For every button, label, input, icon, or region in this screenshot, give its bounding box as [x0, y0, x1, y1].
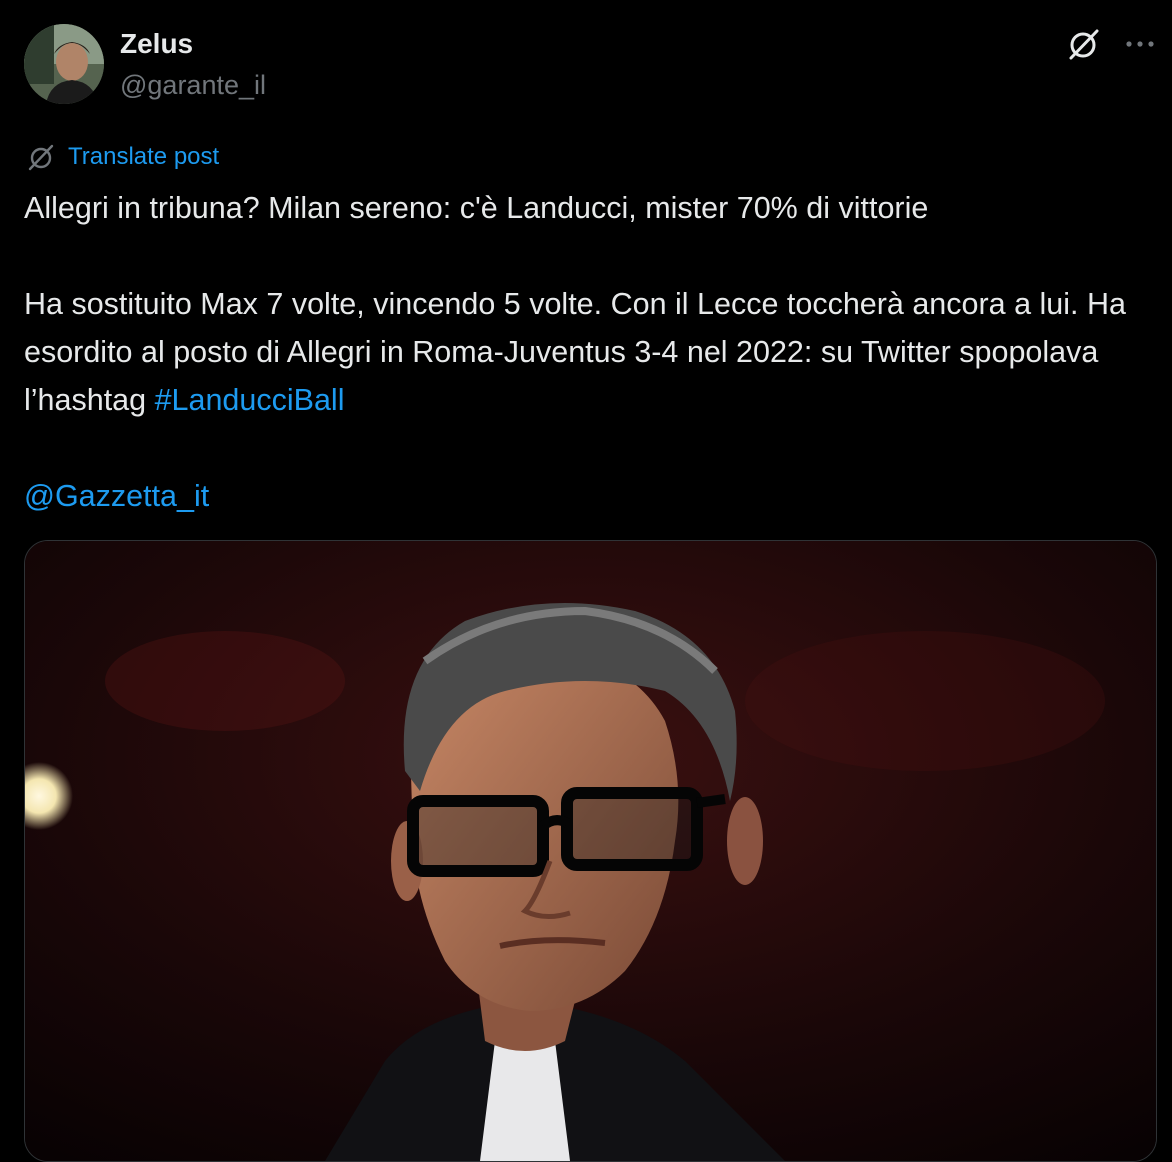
tweet-paragraph-2: Ha sostituito Max 7 volte, vincendo 5 vo… — [24, 280, 1154, 424]
more-horizontal-icon[interactable] — [1124, 38, 1156, 50]
tweet-text: Allegri in tribuna? Milan sereno: c'è La… — [24, 184, 1154, 520]
mention-link[interactable]: @Gazzetta_it — [24, 479, 209, 513]
tweet-media-image[interactable] — [24, 540, 1157, 1162]
media-photo — [25, 541, 1156, 1161]
avatar-photo — [24, 24, 104, 104]
translate-post-button[interactable]: Translate post — [26, 140, 219, 174]
translate-icon — [28, 144, 54, 171]
author-avatar[interactable] — [24, 24, 104, 104]
tweet-line-1: Allegri in tribuna? Milan sereno: c'è La… — [24, 191, 929, 225]
author-handle[interactable]: @garante_il — [120, 70, 266, 101]
translate-post-label: Translate post — [68, 143, 220, 170]
hashtag-link[interactable]: #LanducciBall — [155, 383, 345, 417]
author-display-name[interactable]: Zelus — [120, 28, 193, 60]
grok-icon[interactable] — [1066, 26, 1102, 62]
